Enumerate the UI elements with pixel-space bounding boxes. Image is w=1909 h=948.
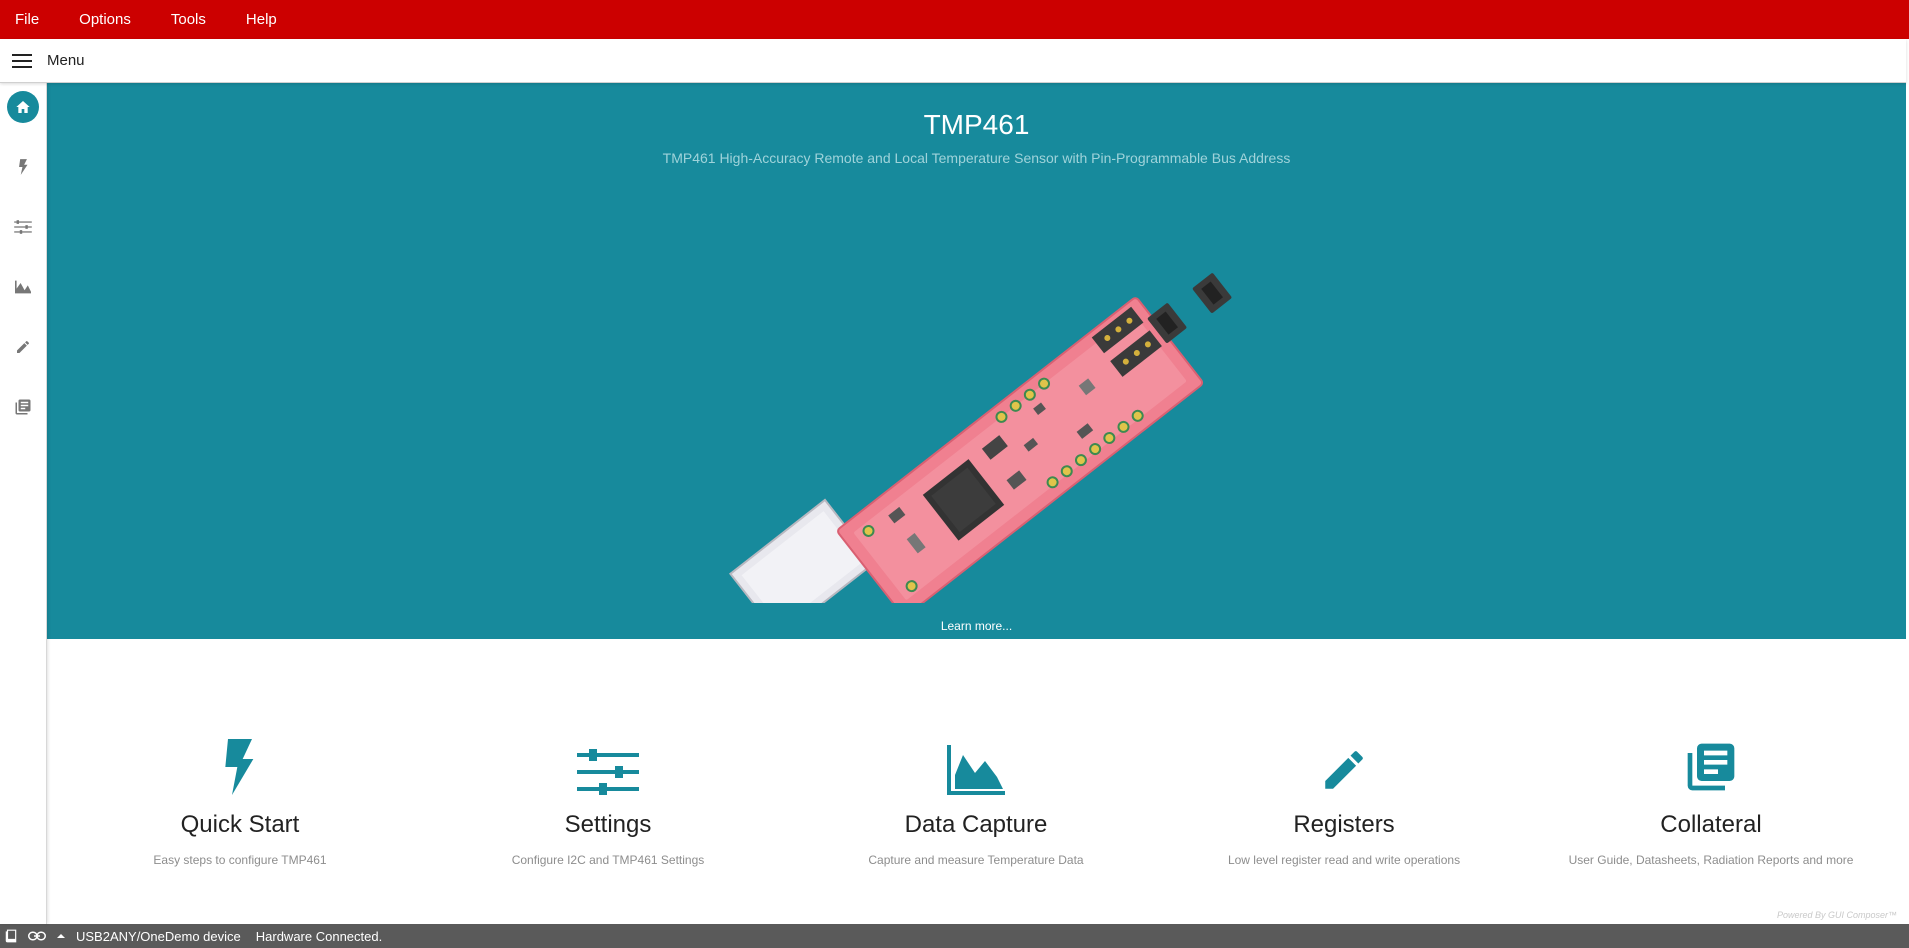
- evm-board-image: [727, 223, 1287, 603]
- powered-by-label: Powered By GUI Composer™: [1777, 910, 1897, 920]
- home-icon[interactable]: [7, 91, 39, 123]
- menu-help[interactable]: Help: [246, 11, 277, 28]
- card-description: Easy steps to configure TMP461: [90, 853, 390, 867]
- card-quick-start[interactable]: Quick Start Easy steps to configure TMP4…: [90, 735, 390, 867]
- device-label: USB2ANY/OneDemo device: [76, 929, 241, 944]
- menu-options[interactable]: Options: [79, 11, 131, 28]
- card-description: Capture and measure Temperature Data: [826, 853, 1126, 867]
- page-subtitle: TMP461 High-Accuracy Remote and Local Te…: [47, 150, 1906, 166]
- card-title: Quick Start: [90, 811, 390, 839]
- hamburger-menu-icon[interactable]: [12, 54, 32, 68]
- lightning-icon: [90, 735, 390, 795]
- caret-up-icon[interactable]: [56, 931, 66, 941]
- card-description: Configure I2C and TMP461 Settings: [458, 853, 758, 867]
- lightning-icon[interactable]: [7, 151, 39, 183]
- card-settings[interactable]: Settings Configure I2C and TMP461 Settin…: [458, 735, 758, 867]
- card-registers[interactable]: Registers Low level register read and wr…: [1194, 735, 1494, 867]
- pencil-icon: [1194, 735, 1494, 795]
- card-title: Registers: [1194, 811, 1494, 839]
- status-bar: USB2ANY/OneDemo device Hardware Connecte…: [0, 924, 1909, 948]
- hero-banner: TMP461 TMP461 High-Accuracy Remote and L…: [47, 83, 1906, 639]
- menu-bar: File Options Tools Help: [0, 0, 1909, 39]
- card-description: Low level register read and write operat…: [1194, 853, 1494, 867]
- learn-more-link[interactable]: Learn more...: [47, 619, 1906, 633]
- connection-status: Hardware Connected.: [256, 929, 382, 944]
- card-data-capture[interactable]: Data Capture Capture and measure Tempera…: [826, 735, 1126, 867]
- menu-label[interactable]: Menu: [47, 52, 85, 69]
- book-icon[interactable]: [4, 929, 18, 943]
- collateral-icon: [1561, 735, 1861, 795]
- menu-file[interactable]: File: [15, 11, 39, 28]
- card-title: Data Capture: [826, 811, 1126, 839]
- sliders-icon[interactable]: [7, 211, 39, 243]
- link-icon[interactable]: [28, 930, 46, 942]
- nav-rail: [0, 83, 47, 924]
- area-chart-icon[interactable]: [7, 271, 39, 303]
- card-title: Collateral: [1561, 811, 1861, 839]
- card-collateral[interactable]: Collateral User Guide, Datasheets, Radia…: [1561, 735, 1861, 867]
- menu-tools[interactable]: Tools: [171, 11, 206, 28]
- pencil-icon[interactable]: [7, 331, 39, 363]
- sliders-icon: [458, 735, 758, 795]
- page-title: TMP461: [47, 109, 1906, 141]
- card-title: Settings: [458, 811, 758, 839]
- area-chart-icon: [826, 735, 1126, 795]
- toolbar: Menu: [0, 39, 1906, 83]
- card-description: User Guide, Datasheets, Radiation Report…: [1561, 853, 1861, 867]
- collateral-icon[interactable]: [7, 391, 39, 423]
